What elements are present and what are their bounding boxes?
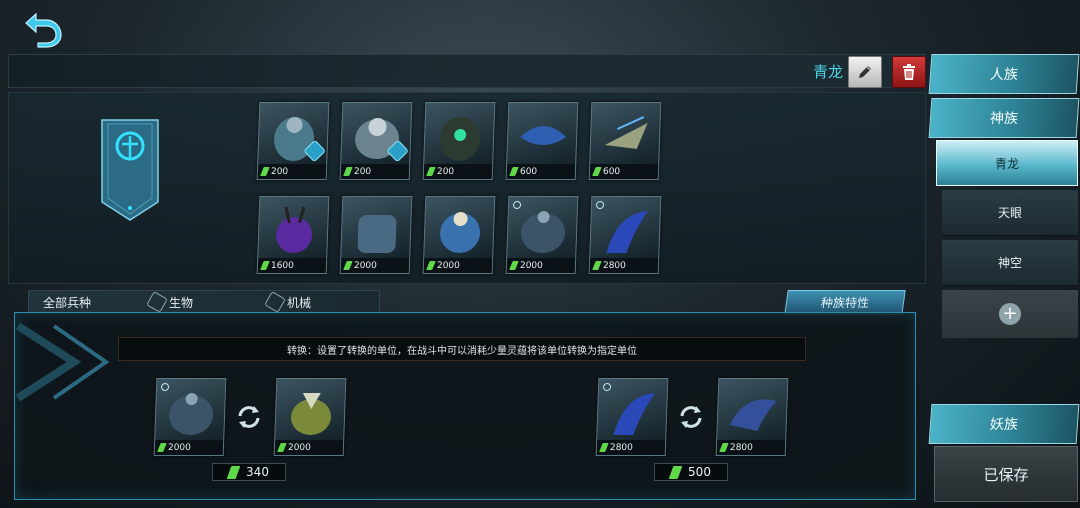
filter-mech-tab[interactable]: 机械 [264, 291, 311, 313]
pencil-icon [859, 66, 871, 78]
gem-icon [343, 261, 353, 270]
unit-card[interactable]: 600 [588, 102, 662, 180]
unit-card[interactable]: 2800 [588, 196, 662, 274]
gem-icon [277, 443, 287, 452]
back-button[interactable] [22, 10, 64, 48]
spirit-cost: 340 [212, 463, 286, 481]
gem-icon [157, 443, 167, 452]
unit-card[interactable]: 2000 [505, 196, 579, 274]
deck-item-qinglong[interactable]: 青龙 [936, 140, 1078, 186]
gem-icon [592, 261, 602, 270]
spirit-cost: 500 [654, 463, 728, 481]
unit-cost: 2000 [340, 258, 410, 273]
race-emblem-watermark [14, 316, 110, 408]
unit-cost: 200 [257, 164, 327, 179]
unit-cost: 2800 [716, 440, 786, 455]
convert-from-card[interactable]: 2800 [595, 378, 669, 456]
gem-icon [668, 465, 683, 479]
unit-cost: 2800 [596, 440, 666, 455]
unit-card[interactable]: 200 [256, 102, 330, 180]
gear-icon [264, 291, 286, 313]
unit-card[interactable]: 1600 [256, 196, 330, 274]
convert-to-card[interactable]: 2800 [715, 378, 789, 456]
unit-portrait [357, 215, 397, 253]
unit-card[interactable]: 600 [505, 102, 579, 180]
gem-icon [226, 465, 241, 479]
deck-item-shenkong[interactable]: 神空 [942, 240, 1078, 286]
deck-header-bar: 青龙 [8, 54, 926, 88]
gem-icon [592, 167, 602, 176]
conversion-info-text: 转换：设置了转换的单位，在战斗中可以消耗少量灵蕴将该单位转换为指定单位 [118, 337, 806, 361]
unit-cost: 600 [589, 164, 659, 179]
saved-button[interactable]: 已保存 [934, 446, 1078, 502]
unit-cost: 200 [423, 164, 493, 179]
unit-portrait [275, 206, 313, 253]
unit-cost: 2000 [423, 258, 493, 273]
gem-icon [426, 261, 436, 270]
bio-icon [146, 291, 168, 313]
gem-icon [260, 261, 270, 270]
unit-portrait [613, 393, 655, 435]
trash-icon [903, 64, 915, 80]
unit-card[interactable]: 2000 [339, 196, 413, 274]
race-tab-god[interactable]: 神族 [928, 98, 1080, 138]
gem-icon [509, 261, 519, 270]
deck-item-tianyan[interactable]: 天眼 [942, 190, 1078, 236]
swap-cycle-icon [238, 406, 260, 428]
gem-icon [260, 167, 270, 176]
race-tab-human[interactable]: 人族 [928, 54, 1080, 94]
unit-cost: 1600 [257, 258, 327, 273]
unit-portrait [169, 393, 214, 435]
unit-cost: 2000 [154, 440, 224, 455]
gem-icon [509, 167, 519, 176]
unit-card[interactable]: 2000 [422, 196, 496, 274]
unit-portrait [290, 393, 332, 435]
plus-icon: + [999, 303, 1021, 325]
convert-to-card[interactable]: 2000 [273, 378, 347, 456]
unit-filter-bar: 全部兵种 生物 机械 [28, 290, 380, 314]
unit-portrait [606, 211, 648, 253]
filter-bio-tab[interactable]: 生物 [146, 291, 193, 313]
unit-card[interactable]: 200 [339, 102, 413, 180]
unit-portrait [440, 117, 481, 161]
unit-portrait [520, 126, 567, 145]
unit-portrait [521, 211, 566, 253]
unit-portrait [604, 116, 648, 149]
unit-cost: 2800 [589, 258, 659, 273]
edit-deck-button[interactable] [848, 56, 882, 88]
deck-name: 青龙 [812, 63, 843, 81]
add-deck-button[interactable]: + [942, 290, 1078, 338]
gem-icon [343, 167, 353, 176]
unit-portrait [729, 399, 777, 431]
unit-cost: 200 [340, 164, 410, 179]
delete-deck-button[interactable] [892, 56, 926, 88]
race-tab-demon[interactable]: 妖族 [928, 404, 1080, 444]
gem-icon [719, 443, 729, 452]
convert-from-card[interactable]: 2000 [153, 378, 227, 456]
filter-all-tab[interactable]: 全部兵种 [43, 291, 91, 313]
swap-cycle-icon [680, 406, 702, 428]
unit-card[interactable]: 200 [422, 102, 496, 180]
unit-cost: 2000 [506, 258, 576, 273]
gem-icon [426, 167, 436, 176]
unit-portrait [440, 212, 481, 253]
back-arrow-icon [25, 12, 62, 48]
race-emblem-banner [100, 118, 160, 222]
unit-cost: 2000 [274, 440, 344, 455]
gem-icon [599, 443, 609, 452]
unit-cost: 600 [506, 164, 576, 179]
